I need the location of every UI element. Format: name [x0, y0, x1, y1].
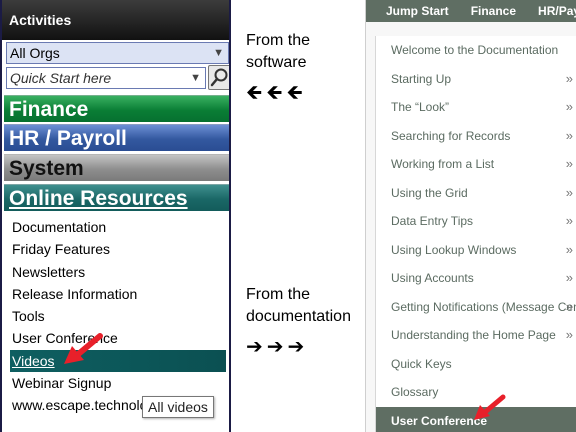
doc-menu-item[interactable]: Data Entry Tips » — [376, 207, 576, 236]
doc-menu-label: Quick Keys — [391, 356, 452, 371]
resource-release-information[interactable]: Release Information — [10, 283, 226, 305]
org-select[interactable]: All Orgs ▼ — [6, 42, 229, 64]
resource-friday-features[interactable]: Friday Features — [10, 238, 226, 260]
chevron-right-icon: » — [565, 327, 573, 342]
doc-menu-item[interactable]: Using the Grid » — [376, 179, 576, 208]
doc-menu-label: Working from a List — [391, 157, 495, 171]
doc-menu-item[interactable]: The “Look” » — [376, 93, 576, 122]
resource-newsletters[interactable]: Newsletters — [10, 261, 226, 283]
doc-menu-item[interactable]: Using Lookup Windows » — [376, 236, 576, 265]
doc-top-nav: Jump Start Finance HR/Payroll — [366, 0, 576, 22]
doc-menu-label: Understanding the Home Page — [391, 328, 556, 342]
red-callout-arrow-icon — [474, 394, 506, 420]
caption-line: From the — [246, 286, 311, 303]
left-arrows-icon: 🡸🡸🡸 — [246, 82, 307, 104]
doc-menu-item[interactable]: Understanding the Home Page » — [376, 321, 576, 350]
chevron-right-icon: » — [565, 70, 573, 86]
doc-menu-label: Starting Up — [391, 71, 452, 86]
doc-menu-label: Searching for Records — [391, 128, 511, 143]
caption-from-documentation: From the documentation — [246, 284, 351, 328]
activities-panel: Activities All Orgs ▼ Quick Start here ▼… — [0, 0, 231, 432]
resource-user-conference[interactable]: User Conference — [10, 327, 226, 349]
videos-tooltip: All videos — [142, 396, 214, 418]
topnav-finance[interactable]: Finance — [460, 0, 527, 22]
chevron-right-icon: » — [565, 241, 573, 257]
caption-from-software: From the software — [246, 30, 310, 74]
chevron-right-icon: » — [565, 213, 573, 228]
resource-videos[interactable]: Videos — [10, 349, 226, 373]
caption-line: documentation — [246, 308, 351, 325]
doc-menu-item[interactable]: Welcome to the Documentation — [376, 36, 576, 65]
doc-menu-item[interactable]: Starting Up » — [376, 65, 576, 94]
search-icon — [210, 68, 228, 87]
doc-menu-label: Glossary — [391, 385, 439, 399]
doc-menu-item[interactable]: Using Accounts » — [376, 264, 576, 293]
quick-start-placeholder: Quick Start here — [10, 70, 112, 86]
doc-menu-item[interactable]: Searching for Records » — [376, 122, 576, 151]
chevron-down-icon[interactable]: ▼ — [190, 68, 201, 88]
doc-menu-label: Welcome to the Documentation — [391, 43, 559, 57]
quick-start-input[interactable]: Quick Start here ▼ — [6, 67, 206, 89]
doc-menu-label: Using Lookup Windows — [391, 242, 517, 257]
topnav-hr-payroll[interactable]: HR/Payroll — [527, 0, 576, 22]
resource-webinar-signup[interactable]: Webinar Signup — [10, 372, 226, 394]
resource-list: Documentation Friday Features Newsletter… — [10, 216, 226, 417]
category-online-resources[interactable]: Online Resources — [4, 184, 229, 211]
doc-menu-label: Using the Grid — [391, 185, 468, 200]
category-hr-payroll[interactable]: HR / Payroll — [4, 124, 229, 151]
red-callout-arrow-icon — [64, 333, 103, 364]
documentation-panel: Jump Start Finance HR/Payroll Welcome to… — [365, 0, 576, 432]
caption-line: software — [246, 54, 307, 71]
chevron-right-icon: » — [565, 127, 573, 143]
resource-tools[interactable]: Tools — [10, 305, 226, 327]
doc-menu-label: Data Entry Tips — [391, 214, 474, 228]
doc-menu-label: Getting Notifications (Message Center) — [391, 299, 576, 314]
chevron-right-icon: » — [565, 99, 573, 114]
resource-documentation[interactable]: Documentation — [10, 216, 226, 238]
chevron-down-icon[interactable]: ▼ — [213, 43, 224, 63]
search-button[interactable] — [208, 65, 229, 90]
org-select-value: All Orgs — [10, 45, 60, 61]
category-finance[interactable]: Finance — [4, 95, 229, 122]
doc-menu-item[interactable]: Working from a List » — [376, 150, 576, 179]
category-system[interactable]: System — [4, 154, 229, 181]
doc-menu-label: The “Look” — [391, 100, 450, 114]
caption-line: From the — [246, 32, 311, 49]
topnav-jump-start[interactable]: Jump Start — [366, 0, 460, 22]
chevron-right-icon: » — [565, 270, 573, 285]
doc-menu: Welcome to the Documentation Starting Up… — [375, 36, 576, 432]
doc-menu-item[interactable]: Quick Keys — [376, 350, 576, 379]
right-arrows-icon: ➔➔➔ — [246, 336, 309, 358]
activities-header: Activities — [2, 0, 229, 40]
doc-menu-item[interactable]: Getting Notifications (Message Center)» — [376, 293, 576, 322]
chevron-right-icon: » — [565, 298, 573, 314]
chevron-right-icon: » — [565, 156, 573, 171]
doc-menu-label: Using Accounts — [391, 271, 474, 285]
chevron-right-icon: » — [565, 184, 573, 200]
